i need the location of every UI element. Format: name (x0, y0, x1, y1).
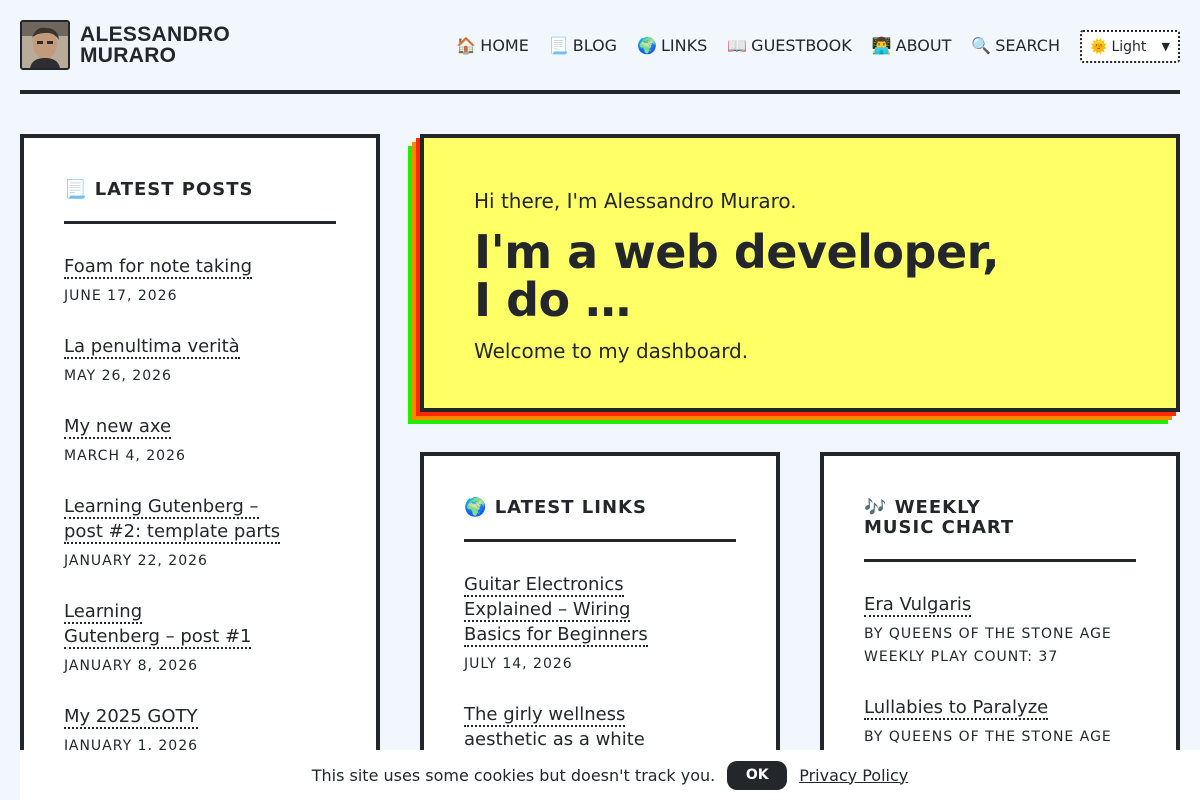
item-title: Foam for note taking (64, 254, 336, 279)
avatar[interactable] (20, 20, 70, 70)
item-date: JANUARY 22, 2026 (64, 553, 208, 569)
list-item: My new axe MARCH 4, 2026 (64, 414, 336, 468)
list-item: Foam for note taking JUNE 17, 2026 (64, 254, 336, 308)
item-link[interactable]: Explained – Wiring (464, 599, 631, 622)
privacy-policy-link[interactable]: Privacy Policy (799, 766, 908, 785)
main-nav: 🏠 HOME 📃 BLOG 🌍 LINKS 📖 GUESTBOOK 👨‍💻 ABOUT 🔍… (456, 36, 1060, 55)
list-item: Guitar Electronics Explained – Wiring Basi… (464, 572, 736, 676)
hero-headline-line2: I do … (474, 273, 631, 327)
divider (64, 221, 336, 224)
page-icon: 📃 (64, 179, 88, 200)
item-link[interactable]: Guitar Electronics (464, 574, 624, 597)
nav-home-label: HOME (480, 36, 529, 55)
cookie-message: This site uses some cookies but doesn't … (311, 765, 716, 785)
item-title: My 2025 GOTY (64, 704, 336, 729)
nav-about-label: ABOUT (895, 36, 952, 55)
item-link[interactable]: La penultima verità (64, 336, 240, 359)
posts-list: Foam for note taking JUNE 17, 2026 La penu… (64, 254, 336, 758)
links-list: Guitar Electronics Explained – Wiring Basi… (464, 572, 736, 752)
home-icon: 🏠 (456, 36, 477, 55)
album-link[interactable]: Lullabies to Paralyze (864, 697, 1049, 720)
item-link[interactable]: The girly wellness (464, 704, 626, 727)
item-title: Guitar Electronics Explained – Wiring Basi… (464, 572, 736, 647)
item-title: Learning Gutenberg – post #2: template pa… (64, 494, 336, 544)
divider (464, 539, 736, 542)
music-chart-title-line2: MUSIC CHART (864, 517, 1015, 538)
latest-links-title-text: LATEST LINKS (494, 497, 647, 518)
item-title: La penultima verità (64, 334, 336, 359)
book-icon: 📖 (727, 36, 748, 55)
item-link[interactable]: Gutenberg – post #1 (64, 626, 252, 649)
hero-banner: Hi there, I'm Alessandro Muraro. I'm a w… (420, 134, 1180, 412)
item-link[interactable]: My new axe (64, 416, 172, 439)
divider (864, 559, 1136, 562)
sun-icon: 🌞 (1090, 38, 1108, 55)
avatar-photo (22, 22, 68, 68)
nav-links[interactable]: 🌍 LINKS (637, 36, 707, 55)
nav-blog[interactable]: 📃 BLOG (549, 36, 617, 55)
latest-links-card: 🌍 LATEST LINKS Guitar Electronics Explain… (420, 452, 780, 782)
site-title[interactable]: ALESSANDRO MURARO (80, 24, 230, 66)
search-icon: 🔍 (971, 36, 992, 55)
site-header: ALESSANDRO MURARO 🏠 HOME 📃 BLOG 🌍 LINKS 📖 GU… (20, 0, 1180, 94)
theme-select-value: Light (1111, 38, 1147, 55)
item-link[interactable]: post #2: template parts (64, 521, 281, 544)
nav-search-label: SEARCH (995, 36, 1060, 55)
latest-links-title: 🌍 LATEST LINKS (464, 498, 736, 518)
music-list: Era Vulgaris BY QUEENS OF THE STONE AGE WE… (864, 592, 1136, 749)
album-link[interactable]: Era Vulgaris (864, 594, 972, 617)
item-date: MARCH 4, 2026 (64, 448, 186, 464)
nav-guestbook-label: GUESTBOOK (751, 36, 852, 55)
album-play-count: WEEKLY PLAY COUNT: 37 (864, 649, 1059, 665)
item-date: MAY 26, 2026 (64, 368, 172, 384)
album-artist: BY QUEENS OF THE STONE AGE (864, 729, 1112, 745)
musical-notes-icon: 🎶 (864, 497, 888, 518)
item-link[interactable]: Basics for Beginners (464, 624, 648, 647)
cookie-banner: This site uses some cookies but doesn't … (20, 750, 1200, 800)
nav-guestbook[interactable]: 📖 GUESTBOOK (727, 36, 851, 55)
hero-subtitle: Welcome to my dashboard. (474, 339, 749, 363)
page-icon: 📃 (548, 36, 569, 55)
globe-icon: 🌍 (637, 36, 657, 55)
list-item: Learning Gutenberg – post #2: template pa… (64, 494, 336, 573)
chevron-down-icon: ▼ (1161, 40, 1170, 53)
list-item: Learning Gutenberg – post #1 JANUARY 8, 20… (64, 599, 336, 678)
nav-about[interactable]: 👨‍💻 ABOUT (872, 36, 952, 55)
latest-posts-title: 📃 LATEST POSTS (64, 180, 336, 200)
music-chart-title: 🎶 WEEKLY MUSIC CHART (864, 498, 1136, 538)
cookie-ok-button[interactable]: OK (727, 760, 788, 790)
hero-headline: I'm a web developer, I do … (474, 228, 1176, 324)
list-item: La penultima verità MAY 26, 2026 (64, 334, 336, 388)
site-title-line1: ALESSANDRO (80, 23, 231, 46)
globe-icon: 🌍 (464, 497, 488, 518)
item-link[interactable]: Foam for note taking (64, 256, 253, 279)
item-link[interactable]: Learning (64, 601, 143, 624)
item-date: JUNE 17, 2026 (64, 288, 178, 304)
list-item: Lullabies to Paralyze BY QUEENS OF THE ST… (864, 695, 1136, 749)
nav-search[interactable]: 🔍 SEARCH (971, 36, 1060, 55)
music-chart-card: 🎶 WEEKLY MUSIC CHART Era Vulgaris BY QUEE… (820, 452, 1180, 782)
nav-links-label: LINKS (661, 36, 708, 55)
hero-headline-line1: I'm a web developer, (474, 225, 1000, 279)
item-title: Learning Gutenberg – post #1 (64, 599, 336, 649)
item-title: My new axe (64, 414, 336, 439)
theme-select[interactable]: 🌞 Light ▼ (1080, 30, 1180, 63)
list-item: Era Vulgaris BY QUEENS OF THE STONE AGE WE… (864, 592, 1136, 669)
hero-intro: Hi there, I'm Alessandro Muraro. (474, 189, 797, 213)
latest-posts-card: 📃 LATEST POSTS Foam for note taking JUNE … (20, 134, 380, 774)
music-chart-title-line1: WEEKLY (894, 497, 981, 518)
item-link[interactable]: My 2025 GOTY (64, 706, 198, 729)
item-title: The girly wellness aesthetic as a white (464, 702, 736, 752)
item-date: JANUARY 8, 2026 (64, 658, 199, 674)
technologist-icon: 👨‍💻 (871, 36, 892, 55)
site-title-line2: MURARO (80, 44, 177, 67)
album-artist: BY QUEENS OF THE STONE AGE (864, 626, 1112, 642)
latest-posts-title-text: LATEST POSTS (94, 179, 254, 200)
list-item: The girly wellness aesthetic as a white (464, 702, 736, 752)
item-date: JULY 14, 2026 (464, 656, 573, 672)
nav-blog-label: BLOG (572, 36, 618, 55)
item-link[interactable]: aesthetic as a white (464, 729, 645, 752)
item-link[interactable]: Learning Gutenberg – (64, 496, 259, 519)
nav-home[interactable]: 🏠 HOME (456, 36, 528, 55)
